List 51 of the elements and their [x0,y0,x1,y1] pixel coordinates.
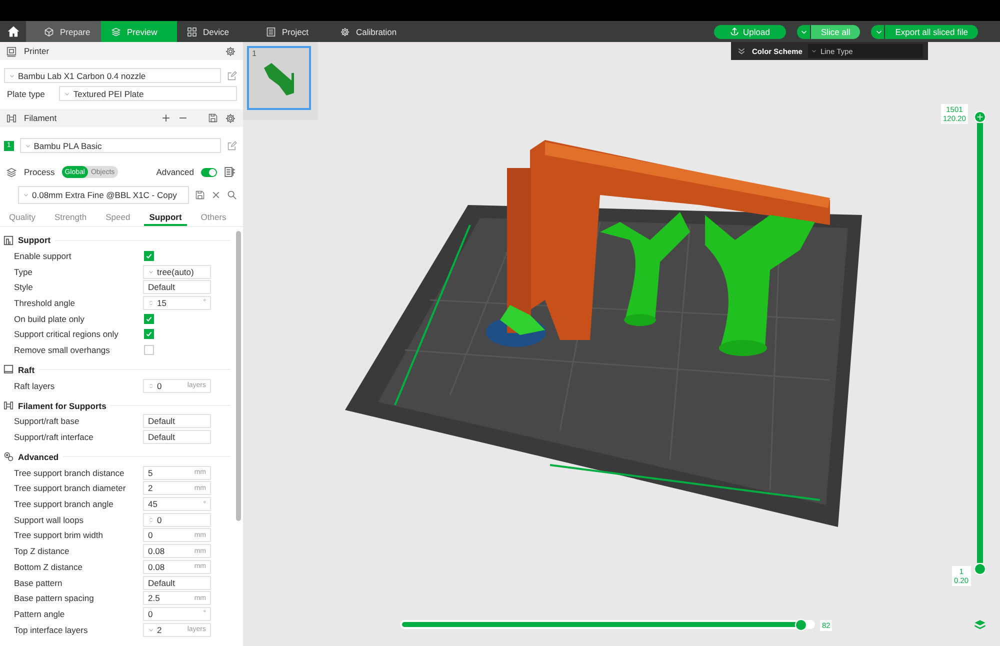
plate-number: 1 [252,49,256,58]
setting-label: Enable support [14,250,72,261]
setting-label: Type [14,266,34,277]
settings-tab[interactable]: Speed [100,209,136,226]
nav-tab[interactable]: Prepare [26,21,101,42]
plate-type-dropdown[interactable]: Textured PEI Plate [59,86,237,101]
printer-dropdown[interactable]: Bambu Lab X1 Carbon 0.4 nozzle [4,68,221,83]
setting-label: Support/raft interface [14,432,94,442]
settings-tab[interactable]: Strength [49,209,92,226]
field-label: Plate type [7,88,46,98]
setting-label: Tree support branch angle [14,499,114,510]
setting-label: Tree support branch distance [14,468,126,478]
setting-label: Bottom Z distance [14,562,84,572]
setting-label: On build plate only [14,314,86,324]
filament-dropdown[interactable]: Bambu PLA Basic [20,138,221,153]
setting-label: Support wall loops [14,514,84,525]
plate-thumbnail[interactable]: 1 [247,46,311,110]
section-title: Raft [18,364,35,375]
section-title: Advanced [18,452,59,462]
setting-dropdown[interactable]: tree(auto) [143,264,211,279]
setting-label: Remove small overhangs [14,344,111,355]
setting-label: Style [14,282,34,292]
toggle-label: Advanced [156,167,194,177]
setting-label: Top interface layers [14,624,89,635]
setting-label: Support/raft base [14,416,80,426]
section-title: Filament [24,113,58,123]
section-title: Filament for Supports [18,400,106,410]
nav-tab[interactable]: Project [256,21,330,42]
setting-label: Base pattern spacing [14,593,95,604]
setting-label: Tree support brim width [14,530,104,540]
nav-tab[interactable]: Device [177,21,256,42]
input-field[interactable]: 0 [143,512,211,527]
input-field[interactable]: Default [143,430,211,444]
section-title: Support [18,235,51,245]
settings-tab[interactable]: Support [144,209,187,226]
section-title: Printer [24,46,50,56]
setting-label: Raft layers [14,380,56,391]
setting-label: Support critical regions only [14,329,120,340]
section-title: Process [24,167,55,177]
settings-tab[interactable]: Others [196,209,232,226]
process-preset-dropdown[interactable]: 0.08mm Extra Fine @BBL X1C - Copy [18,186,189,204]
setting-label: Base pattern [14,578,64,588]
setting-label: Pattern angle [14,608,66,619]
input-field[interactable]: Default [143,414,211,428]
setting-label: Threshold angle [14,298,76,308]
input-field[interactable]: Default [143,576,211,590]
input-field[interactable]: Default [143,280,211,294]
setting-label: Tree support branch diameter [14,483,127,494]
setting-label: Top Z distance [14,546,70,556]
settings-tab[interactable]: Quality [4,209,40,226]
nav-tab[interactable]: Calibration [330,21,410,42]
